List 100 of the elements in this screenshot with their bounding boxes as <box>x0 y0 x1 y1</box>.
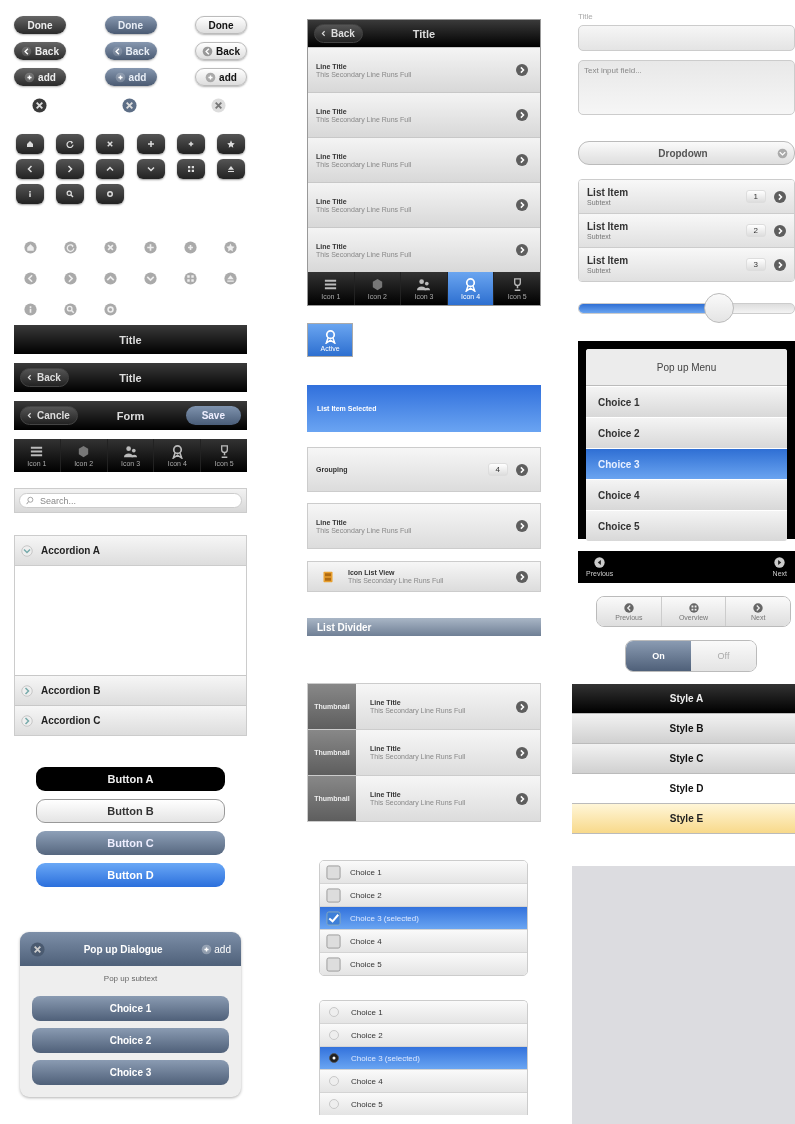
checkbox[interactable] <box>326 910 341 926</box>
checkbox-row[interactable]: Choice 5 <box>320 952 527 975</box>
menu-item[interactable]: Choice 5 <box>586 510 787 541</box>
count-badge: 3 <box>745 258 766 271</box>
disclosure-icon[interactable] <box>516 463 528 476</box>
icon-button[interactable] <box>16 134 44 154</box>
star-icon[interactable] <box>224 241 237 254</box>
count-badge: 4 <box>487 463 508 476</box>
cancel-button[interactable]: Cancle <box>20 406 78 425</box>
disclosure-icon[interactable] <box>516 520 528 532</box>
text-field[interactable] <box>578 25 795 51</box>
checkbox[interactable] <box>326 933 341 949</box>
add-button[interactable]: add <box>14 68 66 86</box>
back-button[interactable]: Back <box>314 24 363 43</box>
plus-icon <box>205 71 217 83</box>
disclosure-icon[interactable] <box>774 224 786 237</box>
toggle-option[interactable]: On <box>626 641 691 671</box>
accordion-header[interactable]: Accordion B <box>15 675 246 705</box>
done-button[interactable]: Done <box>195 16 247 34</box>
disclosure-icon[interactable] <box>774 190 786 203</box>
close-icon[interactable] <box>121 97 137 113</box>
icon-button[interactable] <box>176 134 205 154</box>
button[interactable]: Button A <box>36 767 225 791</box>
icon-button[interactable] <box>96 159 125 179</box>
disclosure-icon[interactable] <box>516 64 528 76</box>
icon-button[interactable] <box>56 134 85 154</box>
slider[interactable] <box>578 293 795 323</box>
people-icon <box>416 277 432 292</box>
plus-icon <box>114 71 126 83</box>
radio-row[interactable]: Choice 4 <box>320 1069 527 1092</box>
radio-button[interactable] <box>328 1029 340 1041</box>
icon-button[interactable] <box>16 159 44 179</box>
save-button[interactable]: Save <box>185 406 241 425</box>
disclosure-icon[interactable] <box>516 199 528 211</box>
back-button[interactable]: Back <box>20 368 69 387</box>
radio-button[interactable] <box>328 1006 340 1018</box>
disclosure-icon[interactable] <box>516 154 528 166</box>
choice-button[interactable]: Choice 1 <box>32 996 229 1021</box>
radio-row[interactable]: Choice 1 <box>320 1001 527 1023</box>
search-field[interactable]: Search... <box>19 493 242 508</box>
disclosure-icon[interactable] <box>516 109 528 121</box>
checkbox[interactable] <box>326 956 341 972</box>
checkbox[interactable] <box>326 864 341 880</box>
checkbox-row[interactable]: Choice 1 <box>320 861 527 883</box>
icon-button[interactable] <box>56 184 85 204</box>
chevron-right-icon <box>21 714 33 727</box>
radio-button[interactable] <box>328 1052 340 1064</box>
next-icon <box>774 557 786 568</box>
button[interactable]: Button C <box>36 831 225 855</box>
done-button[interactable]: Done <box>104 16 157 34</box>
checkbox-row[interactable]: Choice 4 <box>320 929 527 952</box>
checkbox[interactable] <box>326 887 341 903</box>
grid-icon <box>688 602 699 613</box>
choice-button[interactable]: Choice 2 <box>32 1028 229 1053</box>
button[interactable]: Button B <box>36 799 225 823</box>
radio-button[interactable] <box>328 1098 340 1110</box>
chevron-left-icon <box>21 45 33 57</box>
icon-button[interactable] <box>56 159 85 179</box>
icon-button[interactable] <box>216 134 245 154</box>
item-title: List Item <box>587 221 630 232</box>
back-button[interactable]: Back <box>104 42 157 60</box>
text-area[interactable]: Text input field... <box>578 60 795 115</box>
icon-button[interactable] <box>216 159 245 179</box>
icon-button[interactable] <box>176 159 205 179</box>
dialog-title: Pop up Dialogue <box>83 943 163 955</box>
bar-title: Title <box>119 371 142 384</box>
add-button[interactable]: add <box>195 68 247 86</box>
close-icon[interactable] <box>32 97 47 113</box>
done-button[interactable]: Done <box>14 16 66 34</box>
menu-icon <box>29 444 45 459</box>
disclosure-icon[interactable] <box>516 792 528 805</box>
menu-item[interactable]: Choice 4 <box>586 479 787 510</box>
disclosure-icon[interactable] <box>774 258 786 271</box>
checkbox-row[interactable]: Choice 2 <box>320 883 527 906</box>
back-button[interactable]: Back <box>14 42 66 60</box>
radio-row[interactable]: Choice 2 <box>320 1023 527 1046</box>
radio-button[interactable] <box>328 1075 340 1087</box>
icon-button[interactable] <box>96 184 125 204</box>
disclosure-icon[interactable] <box>516 244 528 256</box>
menu-item[interactable]: Choice 1 <box>586 386 787 417</box>
choice-button[interactable]: Choice 3 <box>32 1060 229 1085</box>
add-button[interactable]: add <box>201 941 231 957</box>
disclosure-icon[interactable] <box>516 570 528 583</box>
radio-row[interactable]: Choice 5 <box>320 1092 527 1115</box>
icon-button[interactable] <box>136 134 165 154</box>
toggle-switch[interactable]: On Off <box>625 640 757 672</box>
icon-button[interactable] <box>16 184 44 204</box>
add-button[interactable]: add <box>104 68 157 86</box>
disclosure-icon[interactable] <box>516 700 528 713</box>
dropdown[interactable]: Dropdown <box>578 141 795 165</box>
style-swatch: Style B <box>572 714 795 744</box>
slider-thumb[interactable] <box>704 293 735 323</box>
disclosure-icon[interactable] <box>516 746 528 759</box>
accordion-header[interactable]: Accordion C <box>15 705 246 735</box>
ribbon-icon <box>169 444 185 459</box>
back-button[interactable]: Back <box>195 42 247 60</box>
icon-button[interactable] <box>136 159 165 179</box>
icon-button[interactable] <box>96 134 125 154</box>
menu-item[interactable]: Choice 2 <box>586 417 787 448</box>
accordion-header[interactable]: Accordion A <box>15 536 246 565</box>
